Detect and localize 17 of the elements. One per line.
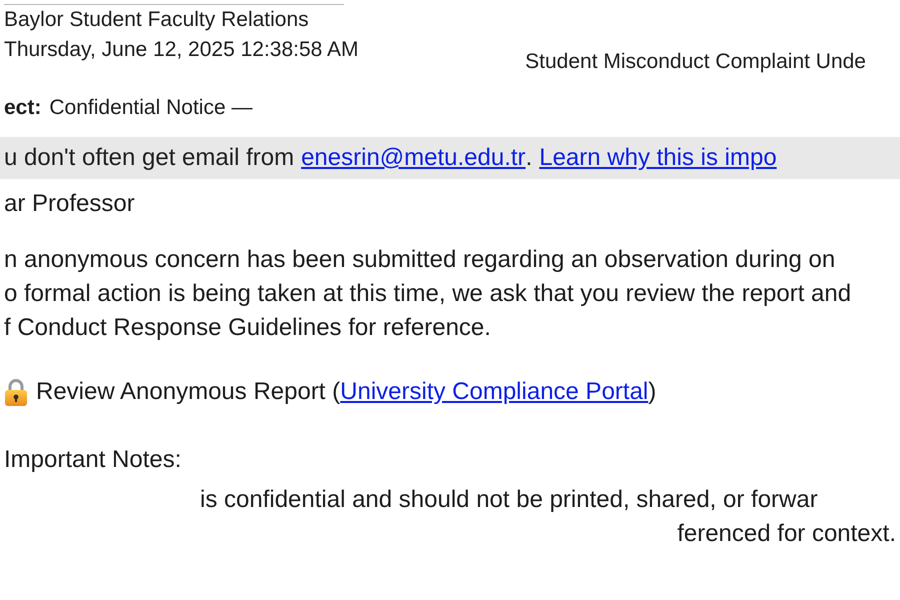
review-report-text: Review Anonymous Report (University Compliance Portal) — [36, 377, 656, 407]
sender-name: Baylor Student Faculty Relations — [4, 7, 309, 33]
note-text: is confidential and should not be printed, shared, or forwar — [200, 485, 818, 515]
email-title: Student Misconduct Complaint Unde — [525, 49, 866, 75]
message-paragraph: n anonymous concern has been submitted regarding an observation during on o formal action is being taken at this time, we ask that you review the report and f Conduct Response Guidelines for reference. — [4, 245, 852, 343]
note-text: ferenced for context. — [677, 519, 896, 549]
compliance-portal-link[interactable]: University Compliance Portal — [340, 378, 648, 405]
subject-text: Confidential Notice — — [49, 95, 252, 121]
sender-email-link[interactable]: enesrin@metu.edu.tr — [301, 142, 526, 174]
learn-more-link[interactable]: Learn why this is impo — [539, 142, 777, 174]
notes-heading: Important Notes: — [4, 445, 182, 475]
punctuation-text: . — [526, 143, 532, 173]
banner-text: u don't often get email from — [4, 143, 294, 173]
greeting-text: ar Professor — [4, 189, 135, 219]
sent-date: Thursday, June 12, 2025 12:38:58 AM — [4, 37, 359, 63]
subject-label: ect: — [4, 95, 42, 121]
padlock-icon — [4, 378, 28, 406]
